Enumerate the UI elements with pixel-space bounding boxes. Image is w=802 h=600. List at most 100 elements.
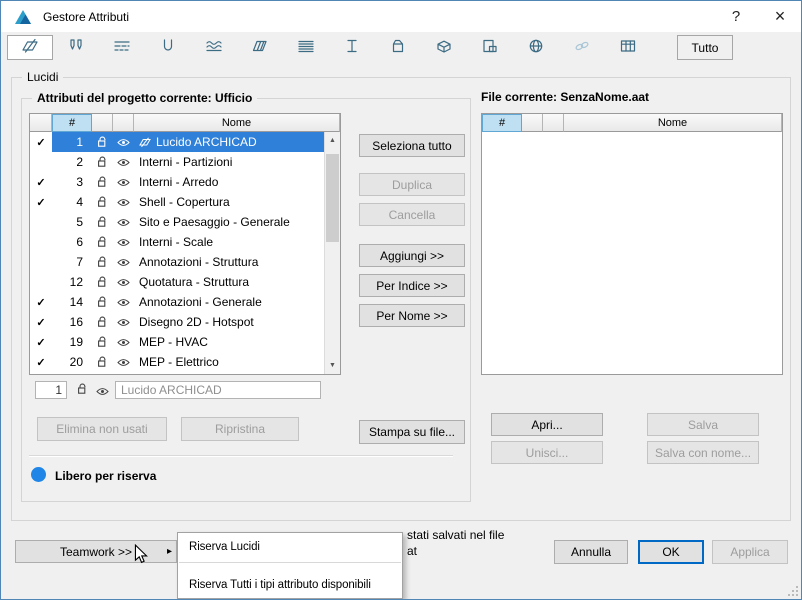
edit-layer-name-field[interactable]: Lucido ARCHICAD	[115, 381, 321, 399]
lock-icon[interactable]	[92, 172, 113, 192]
layer-row[interactable]: ✓ 20 MEP - Elettrico	[30, 352, 324, 372]
tab-operazioni[interactable]	[375, 35, 421, 60]
lock-icon[interactable]	[92, 252, 113, 272]
lock-icon[interactable]	[92, 292, 113, 312]
column-header-number[interactable]: #	[482, 114, 522, 132]
save-button[interactable]: Salva	[647, 413, 759, 436]
lock-icon[interactable]	[92, 132, 113, 152]
duplicate-button[interactable]: Duplica	[359, 173, 465, 196]
row-name[interactable]: Lucido ARCHICAD	[134, 132, 324, 152]
row-name[interactable]: Annotazioni - Generale	[134, 292, 324, 312]
close-button[interactable]: ×	[759, 1, 801, 32]
lock-icon[interactable]	[92, 212, 113, 232]
eye-icon[interactable]	[113, 232, 134, 252]
eye-icon[interactable]	[113, 272, 134, 292]
tab-penne[interactable]	[53, 35, 99, 60]
row-check[interactable]	[30, 212, 52, 232]
lock-icon[interactable]	[92, 272, 113, 292]
tab-citta[interactable]	[513, 35, 559, 60]
eye-icon[interactable]	[113, 292, 134, 312]
column-header-visibility[interactable]	[113, 114, 134, 132]
row-check[interactable]	[30, 252, 52, 272]
row-name[interactable]: Shell - Copertura	[134, 192, 324, 212]
layer-row[interactable]: 12 Quotatura - Struttura	[30, 272, 324, 292]
column-header-lock[interactable]	[92, 114, 113, 132]
row-name[interactable]: Interni - Partizioni	[134, 152, 324, 172]
save-as-button[interactable]: Salva con nome...	[647, 441, 759, 464]
layer-row[interactable]: 6 Interni - Scale	[30, 232, 324, 252]
tab-tutto[interactable]: Tutto	[677, 35, 733, 60]
eye-icon[interactable]	[113, 352, 134, 372]
by-index-button[interactable]: Per Indice >>	[359, 274, 465, 297]
row-check[interactable]: ✓	[30, 312, 52, 332]
ok-button[interactable]: OK	[638, 540, 704, 564]
tab-profilo-acciaio[interactable]	[329, 35, 375, 60]
eye-icon[interactable]	[113, 152, 134, 172]
row-name[interactable]: Interni - Arredo	[134, 172, 324, 192]
column-header-visibility[interactable]	[543, 114, 564, 132]
layer-row[interactable]: ✓ 3 Interni - Arredo	[30, 172, 324, 192]
row-check[interactable]	[30, 272, 52, 292]
lock-icon[interactable]	[77, 383, 88, 398]
scroll-down-icon[interactable]: ▼	[325, 358, 340, 373]
layer-row[interactable]: ✓ 19 MEP - HVAC	[30, 332, 324, 352]
lock-icon[interactable]	[92, 232, 113, 252]
tab-sistemi-mep[interactable]	[605, 35, 651, 60]
tab-retini[interactable]	[145, 35, 191, 60]
cancel-button[interactable]: Annulla	[554, 540, 628, 564]
column-header-lock[interactable]	[522, 114, 543, 132]
teamwork-button[interactable]: Teamwork >> ▸	[15, 540, 177, 563]
edit-layer-number-field[interactable]: 1	[35, 381, 67, 399]
layer-row[interactable]: ✓ 14 Annotazioni - Generale	[30, 292, 324, 312]
row-name[interactable]: Sito e Paesaggio - Generale	[134, 212, 324, 232]
layer-row[interactable]: 2 Interni - Partizioni	[30, 152, 324, 172]
row-check[interactable]	[30, 152, 52, 172]
vertical-scrollbar[interactable]: ▲ ▼	[324, 132, 340, 374]
row-check[interactable]: ✓	[30, 332, 52, 352]
merge-button[interactable]: Unisci...	[491, 441, 603, 464]
delete-button[interactable]: Cancella	[359, 203, 465, 226]
column-header-name[interactable]: Nome	[134, 114, 340, 132]
row-check[interactable]: ✓	[30, 292, 52, 312]
apply-button[interactable]: Applica	[712, 540, 788, 564]
row-check[interactable]: ✓	[30, 172, 52, 192]
eye-icon[interactable]	[113, 192, 134, 212]
row-name[interactable]: Disegno 2D - Hotspot	[134, 312, 324, 332]
eye-icon[interactable]	[113, 172, 134, 192]
select-all-button[interactable]: Seleziona tutto	[359, 134, 465, 157]
layer-row[interactable]: ✓ 1 Lucido ARCHICAD	[30, 132, 324, 152]
row-check[interactable]: ✓	[30, 132, 52, 152]
lock-icon[interactable]	[92, 192, 113, 212]
open-button[interactable]: Apri...	[491, 413, 603, 436]
layer-row[interactable]: 5 Sito e Paesaggio - Generale	[30, 212, 324, 232]
layer-row[interactable]: ✓ 16 Disegno 2D - Hotspot	[30, 312, 324, 332]
eye-icon[interactable]	[113, 312, 134, 332]
scroll-thumb[interactable]	[326, 154, 339, 242]
restore-button[interactable]: Ripristina	[181, 417, 299, 441]
row-check[interactable]	[30, 232, 52, 252]
lock-icon[interactable]	[92, 332, 113, 352]
row-check[interactable]: ✓	[30, 192, 52, 212]
row-name[interactable]: Annotazioni - Struttura	[134, 252, 324, 272]
column-header-number[interactable]: #	[52, 114, 92, 132]
help-button[interactable]: ?	[715, 1, 757, 32]
print-to-file-button[interactable]: Stampa su file...	[359, 420, 465, 444]
column-header-check[interactable]	[30, 114, 52, 132]
tab-lucidi[interactable]	[7, 35, 53, 60]
tab-materiali[interactable]	[421, 35, 467, 60]
eye-icon[interactable]	[96, 385, 109, 399]
column-header-name[interactable]: Nome	[564, 114, 782, 132]
delete-unused-button[interactable]: Elimina non usati	[37, 417, 167, 441]
tab-superfici[interactable]	[283, 35, 329, 60]
append-button[interactable]: Aggiungi >>	[359, 244, 465, 267]
by-name-button[interactable]: Per Nome >>	[359, 304, 465, 327]
menu-item-riserva-tutti[interactable]: Riserva Tutti i tipi attributo disponibi…	[179, 574, 401, 595]
tab-collegamenti[interactable]	[559, 35, 605, 60]
resize-grip[interactable]	[787, 585, 799, 597]
scroll-up-icon[interactable]: ▲	[325, 133, 340, 148]
tab-stratificati[interactable]	[191, 35, 237, 60]
row-name[interactable]: MEP - Elettrico	[134, 352, 324, 372]
tab-profili[interactable]	[237, 35, 283, 60]
eye-icon[interactable]	[113, 132, 134, 152]
row-check[interactable]: ✓	[30, 352, 52, 372]
